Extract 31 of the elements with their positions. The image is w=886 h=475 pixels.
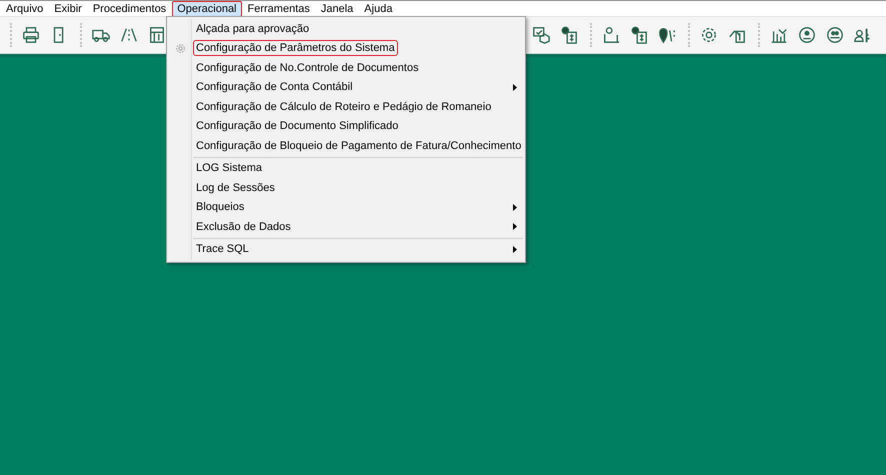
menu-entry[interactable]: Exclusão de Dados [193, 218, 294, 235]
printer-icon[interactable] [22, 26, 40, 44]
menu-entry[interactable]: Alçada para aprovação [193, 20, 312, 37]
menu-entry[interactable]: Bloqueios [193, 199, 248, 216]
user-circle-icon[interactable] [798, 26, 816, 44]
menu-entry[interactable]: Log de Sessões [193, 180, 278, 196]
menu-item[interactable]: Operacional [172, 0, 242, 16]
pin-dollar-icon[interactable] [630, 26, 648, 44]
chart-icon[interactable] [770, 26, 788, 44]
users-circle-icon[interactable] [826, 26, 844, 44]
menu-item[interactable]: Janela [316, 0, 358, 16]
gear-icon[interactable] [700, 26, 718, 44]
menu-entry[interactable]: Configuração de Bloqueio de Pagamento de Fatura/Conhecimento [193, 138, 524, 154]
menu-entry[interactable]: Trace SQL [193, 241, 252, 258]
road-icon[interactable] [120, 26, 138, 44]
menu-item[interactable]: Arquivo [1, 0, 48, 16]
menu-entry[interactable]: Configuração de No.Controle de Documentos [193, 60, 422, 76]
menu-entry[interactable]: Configuração de Conta Contábil [193, 79, 356, 96]
menu-item[interactable]: Exibir [49, 0, 87, 16]
menu-item[interactable]: Ajuda [359, 0, 398, 16]
pin-dollar-icon[interactable] [560, 26, 578, 44]
box-check-icon[interactable] [532, 26, 550, 44]
menu-entry[interactable]: LOG Sistema [193, 160, 266, 176]
menu-entry[interactable]: Configuração de Cálculo de Roteiro e Pedágio de Romaneio [193, 98, 494, 115]
menu-entry[interactable]: Configuração de Documento Simplificado [193, 118, 402, 134]
menu-entry[interactable]: Configuração de Parâmetros do Sistema [193, 40, 398, 56]
menu-item[interactable]: Ferramentas [242, 0, 315, 16]
pin-road-icon[interactable] [658, 26, 676, 44]
receipt-icon[interactable] [148, 26, 166, 44]
user-key-icon[interactable] [854, 26, 872, 44]
menu-item[interactable]: Procedimentos [88, 0, 172, 16]
